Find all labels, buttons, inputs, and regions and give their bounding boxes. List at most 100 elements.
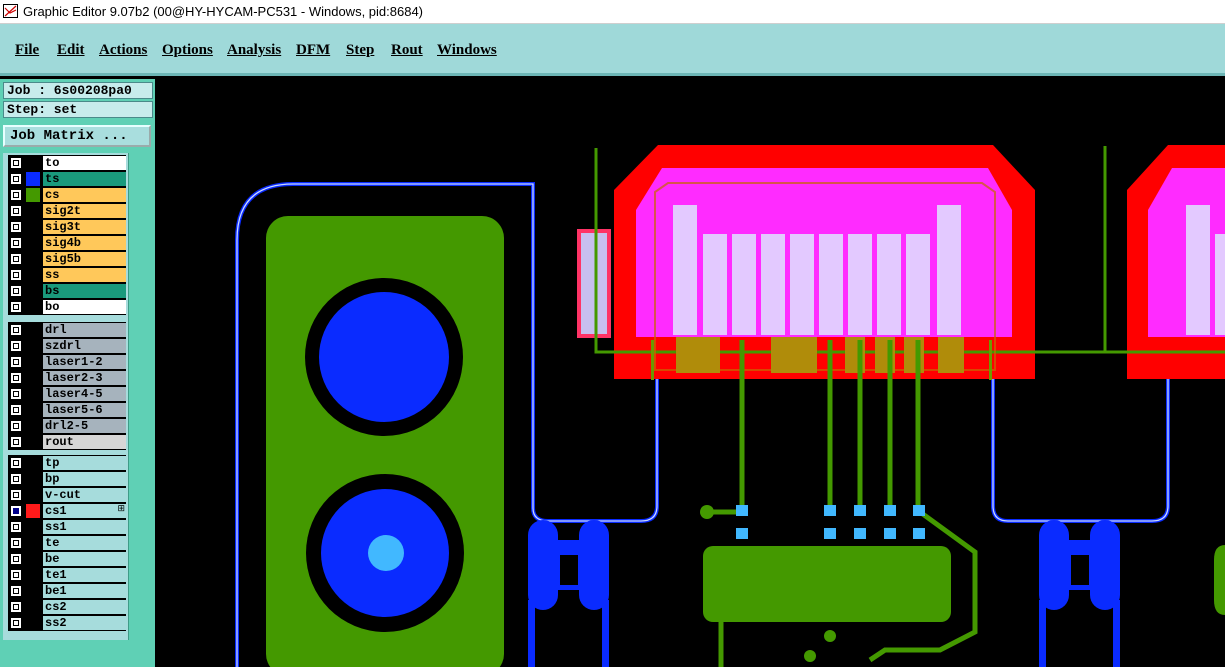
layer-row[interactable]: cs1 ⊞: [8, 503, 126, 519]
layer-visibility-checkbox[interactable]: [10, 221, 22, 233]
layer-row[interactable]: sig5b: [8, 251, 126, 267]
layer-visibility-checkbox[interactable]: [10, 473, 22, 485]
layer-row[interactable]: drl2-5: [8, 418, 126, 434]
layer-color-swatch[interactable]: [26, 188, 40, 202]
layer-row[interactable]: sig3t: [8, 219, 126, 235]
layer-color-swatch[interactable]: [26, 268, 40, 282]
layer-row[interactable]: sig4b: [8, 235, 126, 251]
layer-visibility-checkbox[interactable]: [10, 173, 22, 185]
layer-color-swatch[interactable]: [26, 371, 40, 385]
menu-actions[interactable]: Actions: [99, 42, 147, 59]
layer-visibility-checkbox[interactable]: [10, 521, 22, 533]
graphic-canvas[interactable]: [155, 79, 1225, 667]
layer-color-swatch[interactable]: [26, 252, 40, 266]
layer-row[interactable]: laser2-3: [8, 370, 126, 386]
menu-file[interactable]: File: [15, 42, 39, 59]
layer-row[interactable]: ss1: [8, 519, 126, 535]
layer-visibility-checkbox[interactable]: [10, 205, 22, 217]
layer-color-swatch[interactable]: [26, 339, 40, 353]
layer-row[interactable]: ss: [8, 267, 126, 283]
menu-edit[interactable]: Edit: [57, 42, 85, 59]
layer-row[interactable]: tp: [8, 455, 126, 471]
layer-color-swatch[interactable]: [26, 156, 40, 170]
layer-visibility-checkbox[interactable]: [10, 285, 22, 297]
layer-row[interactable]: cs: [8, 187, 126, 203]
layer-visibility-checkbox[interactable]: [10, 420, 22, 432]
layer-visibility-checkbox[interactable]: [10, 269, 22, 281]
layer-row[interactable]: sig2t: [8, 203, 126, 219]
layer-color-swatch[interactable]: [26, 520, 40, 534]
layer-color-swatch[interactable]: [26, 435, 40, 449]
menu-rout[interactable]: Rout: [391, 42, 423, 59]
menu-step[interactable]: Step: [346, 42, 374, 59]
layer-visibility-checkbox[interactable]: [10, 537, 22, 549]
layer-visibility-checkbox[interactable]: [10, 489, 22, 501]
layer-visibility-checkbox[interactable]: [10, 253, 22, 265]
layer-visibility-checkbox[interactable]: [10, 356, 22, 368]
layer-visibility-checkbox[interactable]: [10, 457, 22, 469]
layer-color-swatch[interactable]: [26, 584, 40, 598]
layer-list-scrollbar[interactable]: [128, 153, 152, 640]
layer-color-swatch[interactable]: [26, 504, 40, 518]
layer-visibility-checkbox[interactable]: [10, 601, 22, 613]
layer-color-swatch[interactable]: [26, 552, 40, 566]
layer-color-swatch[interactable]: [26, 220, 40, 234]
layer-color-swatch[interactable]: [26, 300, 40, 314]
layer-visibility-checkbox[interactable]: [10, 237, 22, 249]
layer-color-swatch[interactable]: [26, 616, 40, 630]
layer-color-swatch[interactable]: [26, 419, 40, 433]
layer-color-swatch[interactable]: [26, 172, 40, 186]
layer-row[interactable]: te: [8, 535, 126, 551]
layer-row[interactable]: to: [8, 155, 126, 171]
layer-visibility-checkbox[interactable]: [10, 617, 22, 629]
layer-row[interactable]: laser1-2: [8, 354, 126, 370]
layer-row[interactable]: laser5-6: [8, 402, 126, 418]
layer-row[interactable]: rout: [8, 434, 126, 450]
layer-visibility-checkbox[interactable]: [10, 436, 22, 448]
layer-row[interactable]: v-cut: [8, 487, 126, 503]
layer-visibility-checkbox[interactable]: [10, 553, 22, 565]
layer-row[interactable]: szdrl: [8, 338, 126, 354]
layer-row[interactable]: te1: [8, 567, 126, 583]
layer-visibility-checkbox[interactable]: [10, 569, 22, 581]
job-matrix-button[interactable]: Job Matrix ...: [3, 125, 151, 147]
layer-visibility-checkbox[interactable]: [10, 585, 22, 597]
layer-row[interactable]: be: [8, 551, 126, 567]
layer-color-swatch[interactable]: [26, 387, 40, 401]
layer-color-swatch[interactable]: [26, 355, 40, 369]
layer-color-swatch[interactable]: [26, 472, 40, 486]
layer-row[interactable]: drl: [8, 322, 126, 338]
menu-dfm[interactable]: DFM: [296, 42, 330, 59]
layer-visibility-checkbox[interactable]: [10, 404, 22, 416]
layer-visibility-checkbox[interactable]: [10, 505, 22, 517]
layer-row[interactable]: bp: [8, 471, 126, 487]
layer-visibility-checkbox[interactable]: [10, 372, 22, 384]
layer-row[interactable]: ss2: [8, 615, 126, 631]
layer-color-swatch[interactable]: [26, 236, 40, 250]
menu-windows[interactable]: Windows: [437, 42, 497, 59]
layer-edit-icon: ⊞: [117, 504, 125, 514]
layer-visibility-checkbox[interactable]: [10, 324, 22, 336]
layer-visibility-checkbox[interactable]: [10, 189, 22, 201]
layer-color-swatch[interactable]: [26, 456, 40, 470]
layer-row[interactable]: cs2: [8, 599, 126, 615]
layer-row[interactable]: laser4-5: [8, 386, 126, 402]
layer-color-swatch[interactable]: [26, 323, 40, 337]
layer-visibility-checkbox[interactable]: [10, 388, 22, 400]
layer-color-swatch[interactable]: [26, 536, 40, 550]
menu-options[interactable]: Options: [162, 42, 213, 59]
layer-color-swatch[interactable]: [26, 488, 40, 502]
menu-analysis[interactable]: Analysis: [227, 42, 281, 59]
layer-row[interactable]: bs: [8, 283, 126, 299]
layer-row[interactable]: be1: [8, 583, 126, 599]
layer-color-swatch[interactable]: [26, 284, 40, 298]
layer-color-swatch[interactable]: [26, 403, 40, 417]
layer-row[interactable]: bo: [8, 299, 126, 315]
layer-color-swatch[interactable]: [26, 600, 40, 614]
layer-row[interactable]: ts: [8, 171, 126, 187]
layer-visibility-checkbox[interactable]: [10, 157, 22, 169]
layer-color-swatch[interactable]: [26, 568, 40, 582]
layer-visibility-checkbox[interactable]: [10, 340, 22, 352]
layer-color-swatch[interactable]: [26, 204, 40, 218]
layer-visibility-checkbox[interactable]: [10, 301, 22, 313]
